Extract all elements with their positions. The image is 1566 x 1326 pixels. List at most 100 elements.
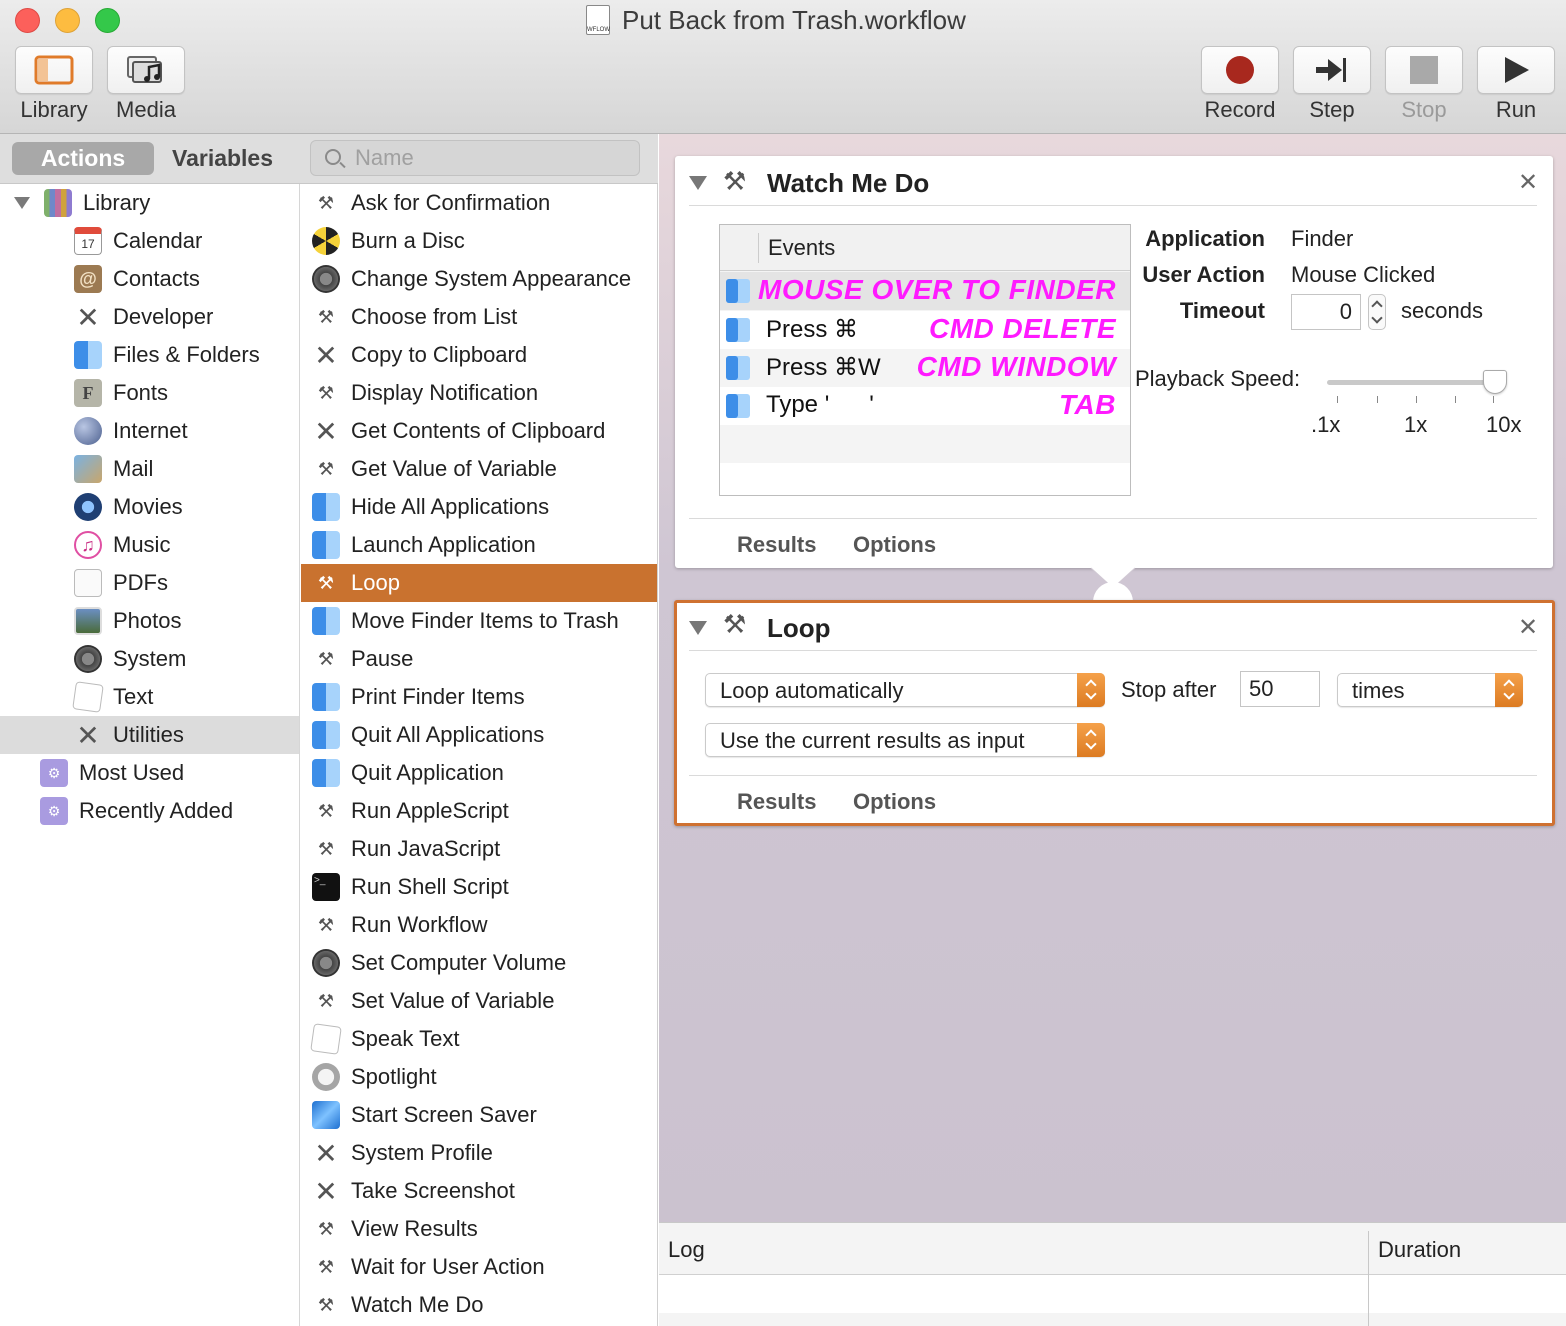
automator-robot-icon: ⚒ [317,838,335,859]
options-tab[interactable]: Options [853,789,936,815]
disclosure-triangle-icon[interactable] [14,197,30,209]
finder-icon [312,683,340,711]
smart-folder-icon: ⚙ [40,759,68,787]
minimize-window-button[interactable] [55,8,80,33]
library-root-item[interactable]: Library [0,184,299,222]
options-tab[interactable]: Options [853,532,936,558]
results-tab[interactable]: Results [737,532,816,558]
playback-speed-slider[interactable] [1327,380,1507,385]
action-item[interactable]: ⚒ Display Notification [301,374,657,412]
action-item[interactable]: Print Finder Items [301,678,657,716]
action-item-loop[interactable]: ⚒ Loop [301,564,657,602]
results-tab[interactable]: Results [737,789,816,815]
smart-folder-label: Most Used [79,760,185,785]
loop-mode-select[interactable]: Loop automatically [705,673,1105,707]
action-item[interactable]: Quit All Applications [301,716,657,754]
remove-action-button[interactable]: ✕ [1518,613,1538,642]
library-button-label: Library [20,97,88,122]
action-item[interactable]: Launch Application [301,526,657,564]
action-item[interactable]: Spotlight [301,1058,657,1096]
action-item[interactable]: Move Finder Items to Trash [301,602,657,640]
library-item-photos[interactable]: Photos [0,602,299,640]
close-window-button[interactable] [15,8,40,33]
duration-column-header[interactable]: Duration [1378,1237,1461,1263]
action-item[interactable]: ✕ System Profile [301,1134,657,1172]
action-item[interactable]: Set Computer Volume [301,944,657,982]
action-item[interactable]: ⚒ Watch Me Do [301,1286,657,1324]
action-item-label: Loop [351,570,400,595]
event-text: Type ' ' [766,391,874,418]
library-item-label: Mail [113,456,154,481]
action-item[interactable]: ⚒ Ask for Confirmation [301,184,657,222]
run-button[interactable] [1477,46,1555,94]
tools-icon: ✕ [314,1175,338,1207]
tab-variables[interactable]: Variables [172,142,273,175]
library-item-files-folders[interactable]: Files & Folders [0,336,299,374]
library-item-fonts[interactable]: F Fonts [0,374,299,412]
event-row[interactable]: Press ⌘W CMD WINDOW [720,349,1130,387]
timeout-field[interactable]: 0 [1291,294,1361,330]
action-item[interactable]: Hide All Applications [301,488,657,526]
event-row[interactable]: Press ⌘ CMD DELETE [720,311,1130,349]
library-item-internet[interactable]: Internet [0,412,299,450]
action-item[interactable]: ⚒ Set Value of Variable [301,982,657,1020]
library-item-movies[interactable]: Movies [0,488,299,526]
stop-after-field[interactable]: 50 [1240,671,1320,707]
timeout-stepper[interactable] [1368,294,1386,330]
action-item[interactable]: >_ Run Shell Script [301,868,657,906]
remove-action-button[interactable]: ✕ [1518,168,1538,197]
events-table[interactable]: Events MOUSE OVER TO FINDER Press ⌘ CMD … [719,224,1131,496]
step-button[interactable] [1293,46,1371,94]
library-item-utilities[interactable]: ✕ Utilities [0,716,299,754]
action-item-label: Get Value of Variable [351,456,557,481]
library-item-music[interactable]: ♫ Music [0,526,299,564]
playback-speed-thumb[interactable] [1483,370,1507,394]
action-item[interactable]: ⚒ Wait for User Action [301,1248,657,1286]
tab-actions[interactable]: Actions [12,142,154,175]
action-item[interactable]: Speak Text [301,1020,657,1058]
collapse-triangle-icon[interactable] [689,176,707,190]
action-item[interactable]: ⚒ View Results [301,1210,657,1248]
action-item-label: Watch Me Do [351,1292,484,1317]
library-item-calendar[interactable]: 17 Calendar [0,222,299,260]
action-item[interactable]: Quit Application [301,754,657,792]
library-item-developer[interactable]: ✕ Developer [0,298,299,336]
zoom-window-button[interactable] [95,8,120,33]
library-item-contacts[interactable]: @ Contacts [0,260,299,298]
action-item[interactable]: ⚒ Run Workflow [301,906,657,944]
library-item-mail[interactable]: Mail [0,450,299,488]
library-toggle-button[interactable] [15,46,93,94]
stop-button[interactable] [1385,46,1463,94]
search-input[interactable]: Name [310,140,640,176]
action-item[interactable]: ⚒ Choose from List [301,298,657,336]
log-column-header[interactable]: Log [668,1237,705,1263]
action-item[interactable]: Burn a Disc [301,222,657,260]
library-item-text[interactable]: Text [0,678,299,716]
library-item-pdfs[interactable]: PDFs [0,564,299,602]
action-item[interactable]: ⚒ Run AppleScript [301,792,657,830]
smart-folder-recently-added[interactable]: ⚙ Recently Added [0,792,299,830]
action-item[interactable]: Start Screen Saver [301,1096,657,1134]
action-item[interactable]: ✕ Get Contents of Clipboard [301,412,657,450]
automator-robot-icon: ⚒ [317,914,335,935]
action-item[interactable]: Change System Appearance [301,260,657,298]
smart-folder-most-used[interactable]: ⚙ Most Used [0,754,299,792]
action-item[interactable]: ⚒ Run JavaScript [301,830,657,868]
record-button[interactable] [1201,46,1279,94]
event-row[interactable]: MOUSE OVER TO FINDER [720,272,1130,310]
popup-arrows-icon [1495,673,1523,707]
media-toggle-button[interactable] [107,46,185,94]
collapse-triangle-icon[interactable] [689,621,707,635]
action-item[interactable]: ⚒ Get Value of Variable [301,450,657,488]
library-item-system[interactable]: System [0,640,299,678]
loop-input-select[interactable]: Use the current results as input [705,723,1105,757]
loop-unit-select[interactable]: times [1337,673,1523,707]
action-item[interactable]: ✕ Copy to Clipboard [301,336,657,374]
event-row[interactable]: Type ' ' TAB [720,387,1130,425]
library-books-icon [44,189,72,217]
action-item[interactable]: ⚒ Pause [301,640,657,678]
slider-tick-label: .1x [1311,412,1341,437]
automator-robot-icon: ⚒ [317,192,335,213]
action-item[interactable]: ✕ Take Screenshot [301,1172,657,1210]
automator-robot-icon: ⚒ [317,648,335,669]
